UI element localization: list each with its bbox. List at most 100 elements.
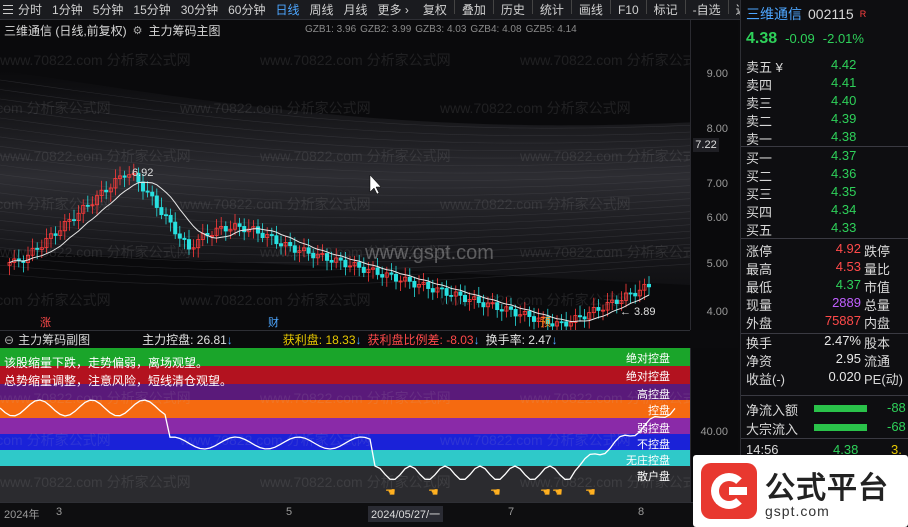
candle-body <box>288 242 293 247</box>
toolbar-divider <box>492 0 494 14</box>
tool-button-7[interactable]: -自选 <box>688 0 726 20</box>
candle-body <box>513 309 518 317</box>
turnover-label: 换手率: <box>485 333 525 347</box>
ask-price: 4.40 <box>831 93 857 108</box>
event-label[interactable]: 财 <box>268 315 279 329</box>
bid-row[interactable]: 买二 4.36 <box>741 166 908 184</box>
profit-ratio-label: 获利盘比例差: <box>367 333 443 347</box>
tool-button-0[interactable]: 复权 <box>418 0 452 20</box>
candle-body <box>260 232 265 239</box>
bid-price: 4.33 <box>831 220 857 235</box>
divider <box>741 395 908 396</box>
menu-icon[interactable] <box>0 0 13 20</box>
comment-1: 该股缩量下跌，走势偏弱，离场观望。 <box>4 356 209 370</box>
candle-body <box>407 276 412 282</box>
ask-price: 4.38 <box>831 129 857 144</box>
quote-panel: 三维通信 002115 R 4.38 -0.09 -2.01% 卖五 ¥4.42 卖… <box>740 0 908 527</box>
date-label: 8 <box>638 506 645 518</box>
candle-body <box>343 259 348 268</box>
tool-button-3[interactable]: 统计 <box>535 0 569 20</box>
candle-body <box>389 272 394 275</box>
candle-body <box>499 309 504 312</box>
profit-readout: 获利盘: 18.33↓ <box>283 331 362 348</box>
band-label: 绝对控盘 <box>626 353 670 365</box>
ask-row[interactable]: 卖四 4.41 <box>741 75 908 93</box>
indicator-gear-icon[interactable]: ⚙ <box>133 24 143 37</box>
stat-value: 2.95 <box>835 351 861 366</box>
turnover-value: 2.47 <box>528 333 552 347</box>
stat-label: 市值 <box>864 280 891 295</box>
period-tab-2[interactable]: 5分钟 <box>88 0 129 20</box>
candle-body <box>527 311 532 317</box>
hand-pointer-icon: ☚ <box>490 485 501 499</box>
stock-name[interactable]: 三维通信 <box>746 4 802 24</box>
tool-button-2[interactable]: 历史 <box>496 0 530 20</box>
tool-button-1[interactable]: 叠加 <box>457 0 491 20</box>
bid-row[interactable]: 买三 4.35 <box>741 184 908 202</box>
gzb-value: GZB2: 3.99 <box>360 24 412 35</box>
period-tab-1[interactable]: 1分钟 <box>47 0 88 20</box>
band-label: 无庄控盘 <box>626 455 670 467</box>
arrow-down-icon: ↓ <box>226 333 233 347</box>
candle-body <box>122 175 127 178</box>
stat-row: 涨停 4.92 跌停 <box>741 241 908 259</box>
candle-body <box>292 245 297 253</box>
period-tab-9[interactable]: 更多 › <box>373 0 414 20</box>
price-tick: 7.00 <box>706 178 728 190</box>
period-tab-0[interactable]: 分时 <box>13 0 47 20</box>
bid-price: 4.37 <box>831 148 857 163</box>
period-tab-3[interactable]: 15分钟 <box>128 0 175 20</box>
gzb-values: GZB1: 3.96 GZB2: 3.99 GZB3: 4.03 GZB4: 4.08… <box>305 24 577 35</box>
sub-chart-title[interactable]: 主力筹码副图 <box>18 331 90 348</box>
period-tab-8[interactable]: 月线 <box>339 0 373 20</box>
ask-label: 卖二 <box>746 114 773 129</box>
candle-body <box>173 221 178 235</box>
ask-row[interactable]: 卖三 4.40 <box>741 93 908 111</box>
main-kline-chart[interactable]: 6.92 ← 3.89 涨财预 www.70822.com 分析家公式网 www.70… <box>0 20 690 330</box>
stat-label: 最高 <box>746 262 773 277</box>
price-marker: 7.22 <box>693 138 719 152</box>
candle-body <box>633 292 638 297</box>
candle-body <box>481 302 486 308</box>
bid-row[interactable]: 买五 4.33 <box>741 220 908 238</box>
candle-body <box>186 239 191 250</box>
kline-canvas[interactable]: 6.92 ← 3.89 涨 财 预 <box>0 20 690 330</box>
period-tab-7[interactable]: 周线 <box>304 0 338 20</box>
candle-body <box>150 191 155 197</box>
bid-row[interactable]: 买四 4.34 <box>741 202 908 220</box>
tool-buttons: 复权叠加历史统计画线F10标记-自选返回 <box>418 0 765 20</box>
toolbar-divider <box>531 0 533 14</box>
period-tab-4[interactable]: 30分钟 <box>176 0 223 20</box>
collapse-icon[interactable]: ⊖ <box>4 333 14 347</box>
date-label: 5 <box>286 506 293 518</box>
bid-row[interactable]: 买一 4.37 <box>741 148 908 166</box>
profit-ratio-readout: 获利盘比例差: -8.03↓ <box>368 331 480 348</box>
candle-body <box>85 204 90 207</box>
bid-label: 买四 <box>746 205 773 220</box>
flow-label: 大宗流入 <box>746 422 799 437</box>
tool-button-5[interactable]: F10 <box>613 0 644 20</box>
ask-row[interactable]: 卖五 ¥ 4.42 <box>741 57 908 75</box>
main-indicator-name[interactable]: 主力筹码主图 <box>149 22 221 39</box>
tool-button-4[interactable]: 画线 <box>574 0 608 20</box>
tool-button-6[interactable]: 标记 <box>649 0 683 20</box>
gspt-logo-icon <box>701 463 757 519</box>
chart-title: 三维通信 (日线,前复权) <box>4 23 127 38</box>
period-tab-6[interactable]: 日线 <box>270 0 304 20</box>
event-label[interactable]: 涨 <box>40 316 51 329</box>
candle-body <box>444 288 449 296</box>
profit-ratio-value: -8.03 <box>446 333 474 347</box>
event-label[interactable]: 预 <box>540 316 551 329</box>
candle-body <box>430 288 435 293</box>
price-tick: 8.00 <box>706 123 728 135</box>
candle-body <box>140 181 145 192</box>
chip-sub-chart[interactable]: ☚ ☚ ☚ ☚ ☚ ☚ 绝对控盘 绝对控盘 高控盘 控盘 弱控盘 不控盘 无庄控盘 散户盘 该股缩量下跌… <box>0 348 690 502</box>
date-label: 3 <box>56 506 63 518</box>
candle-body <box>154 195 159 208</box>
candle-body <box>104 189 109 193</box>
toolbar-divider <box>609 0 611 14</box>
ask-row[interactable]: 卖二 4.39 <box>741 111 908 129</box>
period-tab-5[interactable]: 60分钟 <box>223 0 270 20</box>
arrow-down-icon: ↓ <box>551 333 558 347</box>
ask-row[interactable]: 卖一 4.38 <box>741 129 908 147</box>
